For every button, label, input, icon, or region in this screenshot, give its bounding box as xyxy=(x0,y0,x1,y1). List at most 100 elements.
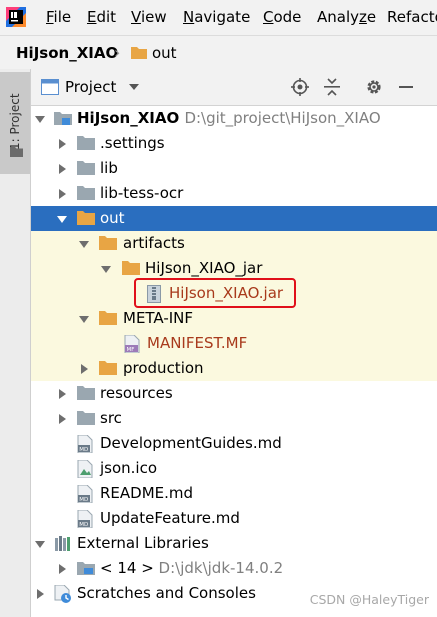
chevron-right-icon[interactable] xyxy=(57,389,67,399)
svg-text:MD: MD xyxy=(79,497,88,503)
tree-row-root[interactable]: HiJson_XIAO D:\git_project\HiJson_XIAO xyxy=(31,106,437,131)
tree-row-meta-inf[interactable]: META-INF xyxy=(31,306,437,331)
chevron-right-icon[interactable] xyxy=(57,189,67,199)
tree-label: README.md xyxy=(100,484,194,502)
tree-label: META-INF xyxy=(123,309,194,327)
manifest-file-icon: MF xyxy=(124,335,140,353)
chevron-down-icon[interactable] xyxy=(35,539,45,549)
project-tab-label: 1: Project xyxy=(8,93,22,150)
markdown-file-icon: MD xyxy=(77,485,93,503)
tree-label: src xyxy=(100,409,122,427)
tree-row-lib[interactable]: lib xyxy=(31,156,437,181)
menu-edit[interactable]: Edit xyxy=(87,8,116,26)
tree-label: .settings xyxy=(100,134,165,152)
tree-row-lib-tess-ocr[interactable]: lib-tess-ocr xyxy=(31,181,437,206)
chevron-right-icon[interactable] xyxy=(57,164,67,174)
markdown-file-icon: MD xyxy=(77,435,93,453)
tree-row-out[interactable]: out xyxy=(31,206,437,231)
folder-icon xyxy=(77,186,95,200)
menu-view[interactable]: View xyxy=(131,8,167,26)
tree-row-json-ico[interactable]: json.ico xyxy=(31,456,437,481)
chevron-right-icon[interactable] xyxy=(57,414,67,424)
tree-row-manifest[interactable]: MF MANIFEST.MF xyxy=(31,331,437,356)
tree-row-readme[interactable]: MD README.md xyxy=(31,481,437,506)
tree-label: UpdateFeature.md xyxy=(100,509,240,527)
breadcrumb-project[interactable]: HiJson_XIAO xyxy=(16,44,118,62)
project-view-icon xyxy=(41,79,59,95)
module-folder-icon xyxy=(54,112,72,125)
tree-row-production[interactable]: production xyxy=(31,356,437,381)
svg-text:MD: MD xyxy=(79,447,88,453)
tree-label: Scratches and Consoles xyxy=(77,584,256,602)
tree-label: resources xyxy=(100,384,173,402)
chevron-right-icon[interactable] xyxy=(35,589,45,599)
tree-label-root: HiJson_XIAO D:\git_project\HiJson_XIAO xyxy=(77,109,381,127)
watermark: CSDN @HaleyTiger xyxy=(309,592,429,607)
breadcrumb-folder[interactable]: out xyxy=(152,44,177,62)
jdk-folder-icon xyxy=(77,562,95,575)
folder-icon xyxy=(10,147,23,157)
minimize-icon[interactable] xyxy=(397,78,415,96)
scratches-icon xyxy=(54,585,71,603)
tree-label: HiJson_XIAO_jar xyxy=(145,259,263,277)
chevron-down-icon[interactable] xyxy=(79,314,89,324)
tree-label: MANIFEST.MF xyxy=(147,334,248,352)
folder-icon xyxy=(99,236,117,250)
tree-label: DevelopmentGuides.md xyxy=(100,434,282,452)
annotation-highlight-box xyxy=(134,278,296,308)
chevron-down-icon[interactable] xyxy=(35,114,45,124)
tree-label: < 14 > D:\jdk\jdk-14.0.2 xyxy=(100,559,284,577)
project-panel-header: Project xyxy=(31,69,437,106)
project-tree[interactable]: HiJson_XIAO D:\git_project\HiJson_XIAO .… xyxy=(31,106,437,617)
tree-row-external-libraries[interactable]: External Libraries xyxy=(31,531,437,556)
folder-icon xyxy=(77,136,95,150)
intellij-idea-logo-icon[interactable] xyxy=(6,7,26,27)
tree-row-dev-guides[interactable]: MD DevelopmentGuides.md xyxy=(31,431,437,456)
svg-text:MD: MD xyxy=(79,522,88,528)
tree-row-artifacts[interactable]: artifacts xyxy=(31,231,437,256)
breadcrumb: HiJson_XIAO › out xyxy=(0,35,437,70)
tree-label: lib xyxy=(100,159,118,177)
library-icon xyxy=(55,536,70,551)
tree-label: json.ico xyxy=(100,459,158,477)
menu-navigate[interactable]: Navigate xyxy=(183,8,250,26)
tree-label: artifacts xyxy=(123,234,185,252)
folder-icon xyxy=(99,361,117,375)
breadcrumb-separator-icon: › xyxy=(114,43,121,62)
tree-label: production xyxy=(123,359,204,377)
locate-target-icon[interactable] xyxy=(291,78,309,96)
menu-refactor[interactable]: Refacto xyxy=(387,8,437,26)
chevron-down-icon[interactable] xyxy=(57,214,67,224)
folder-icon xyxy=(122,261,140,275)
tree-row-jdk[interactable]: < 14 > D:\jdk\jdk-14.0.2 xyxy=(31,556,437,581)
menu-analyze[interactable]: Analyze xyxy=(317,8,376,26)
chevron-down-icon[interactable] xyxy=(129,84,139,90)
menu-code[interactable]: Code xyxy=(263,8,301,26)
tree-row-src[interactable]: src xyxy=(31,406,437,431)
menu-file[interactable]: File xyxy=(46,8,71,26)
collapse-all-icon[interactable] xyxy=(323,78,341,96)
image-file-icon xyxy=(77,460,93,478)
folder-icon xyxy=(77,386,95,400)
menu-bar: File Edit View Navigate Code Analyze Ref… xyxy=(0,0,437,34)
chevron-down-icon[interactable] xyxy=(101,264,111,274)
tree-label: External Libraries xyxy=(77,534,209,552)
tree-row-settings[interactable]: .settings xyxy=(31,131,437,156)
folder-icon xyxy=(131,47,147,59)
chevron-right-icon[interactable] xyxy=(57,139,67,149)
tree-label: out xyxy=(100,209,125,227)
folder-icon xyxy=(99,311,117,325)
folder-icon xyxy=(77,211,95,225)
chevron-right-icon[interactable] xyxy=(79,364,89,374)
chevron-right-icon[interactable] xyxy=(57,564,67,574)
folder-icon xyxy=(77,161,95,175)
svg-text:MF: MF xyxy=(127,347,135,353)
tree-label: lib-tess-ocr xyxy=(100,184,184,202)
markdown-file-icon: MD xyxy=(77,510,93,528)
folder-icon xyxy=(77,411,95,425)
panel-title[interactable]: Project xyxy=(65,78,116,96)
tree-row-resources[interactable]: resources xyxy=(31,381,437,406)
chevron-down-icon[interactable] xyxy=(79,239,89,249)
tree-row-update-feature[interactable]: MD UpdateFeature.md xyxy=(31,506,437,531)
gear-icon[interactable] xyxy=(365,78,383,96)
